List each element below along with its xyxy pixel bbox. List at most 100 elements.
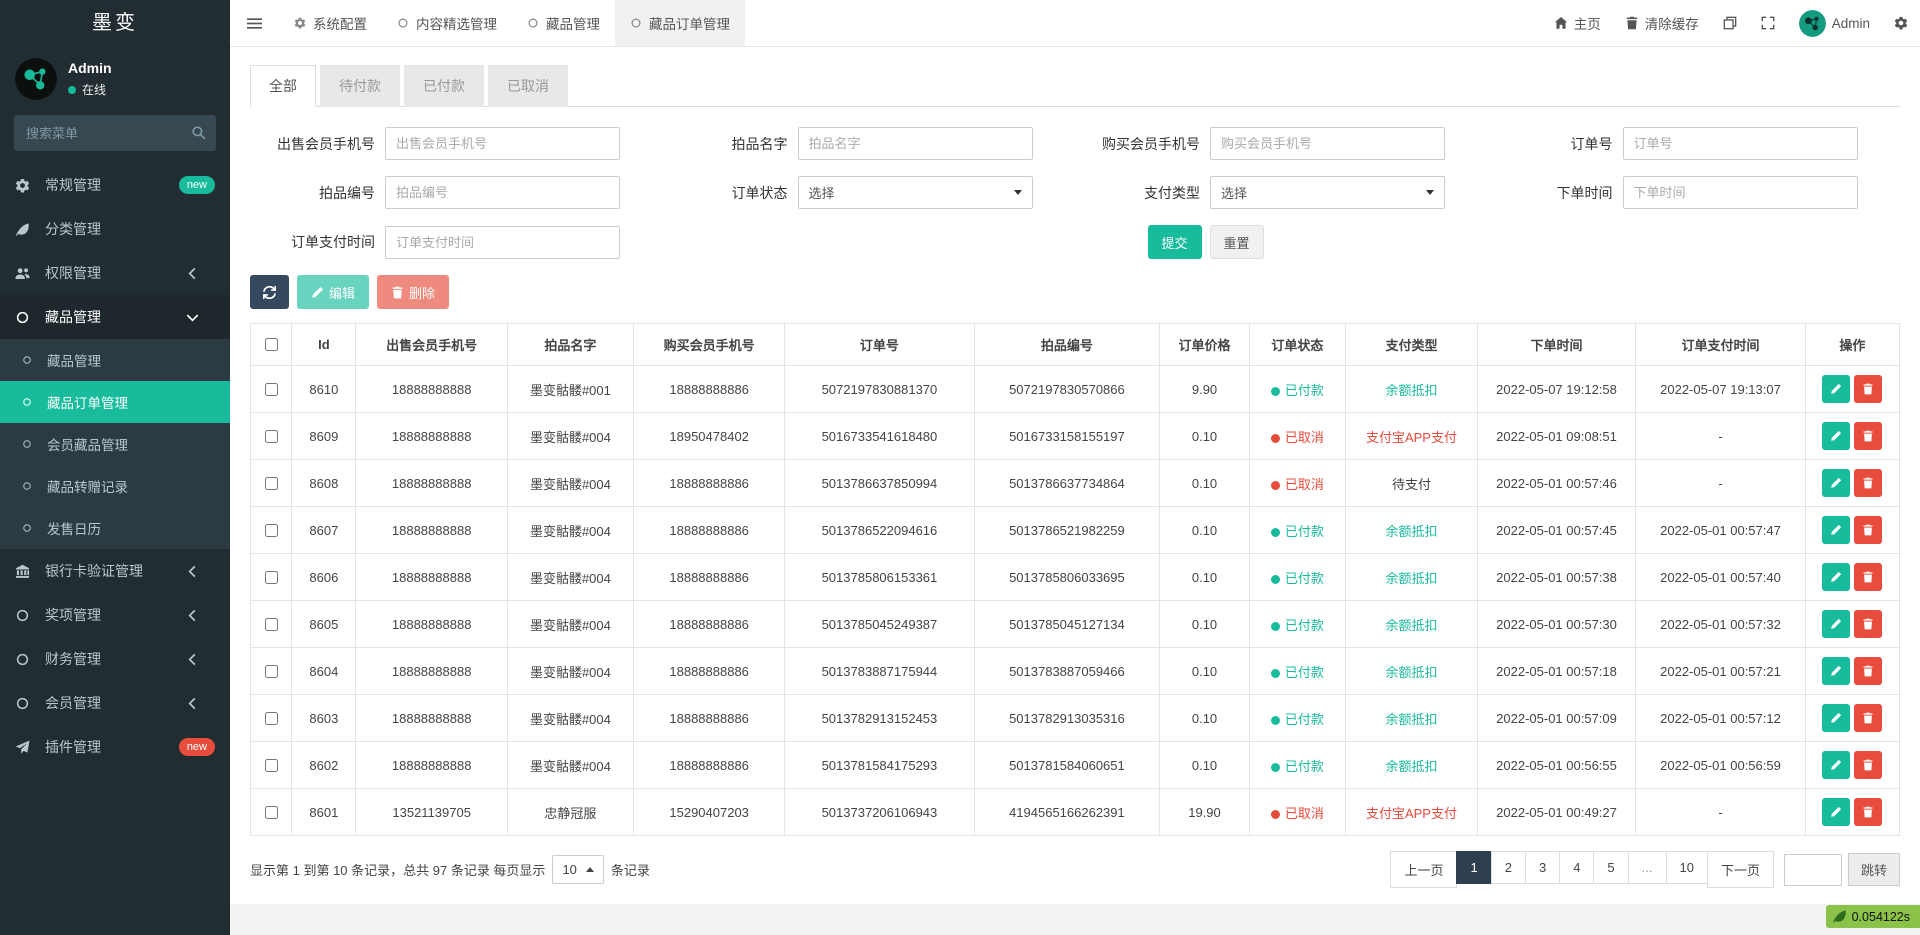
row-edit-button[interactable] [1822, 798, 1850, 826]
row-checkbox[interactable] [265, 806, 278, 819]
column-header[interactable]: 订单支付时间 [1636, 324, 1806, 366]
menu-search-input[interactable] [14, 115, 216, 151]
column-header[interactable]: Id [292, 324, 356, 366]
column-header[interactable]: 拍品编号 [974, 324, 1160, 366]
column-header[interactable]: 下单时间 [1477, 324, 1635, 366]
status-tab[interactable]: 待付款 [320, 65, 400, 107]
prev-page-button[interactable]: 上一页 [1390, 851, 1457, 888]
page-number-button[interactable]: 4 [1559, 851, 1594, 884]
column-header[interactable]: 订单号 [785, 324, 974, 366]
pay-type-link[interactable]: 余额抵扣 [1385, 665, 1437, 680]
pay-type-link[interactable]: 余额抵扣 [1385, 383, 1437, 398]
column-header[interactable]: 操作 [1805, 324, 1899, 366]
row-delete-button[interactable] [1854, 516, 1882, 544]
settings-button[interactable] [1882, 0, 1920, 46]
select-all-checkbox[interactable] [265, 338, 278, 351]
page-jump-button[interactable]: 跳转 [1848, 853, 1900, 886]
sidebar-subitem[interactable]: 发售日历 [0, 507, 230, 549]
next-page-button[interactable]: 下一页 [1707, 851, 1774, 888]
delete-button[interactable]: 删除 [377, 275, 449, 309]
sidebar-item[interactable]: 分类管理 [0, 207, 230, 251]
filter-input[interactable] [1623, 176, 1858, 209]
sidebar-item[interactable]: 奖项管理 [0, 593, 230, 637]
page-number-button[interactable]: 3 [1525, 851, 1560, 884]
row-checkbox[interactable] [265, 665, 278, 678]
column-header[interactable]: 支付类型 [1346, 324, 1478, 366]
sidebar-item[interactable]: 会员管理 [0, 681, 230, 725]
pay-type-link[interactable]: 待支付 [1392, 477, 1431, 492]
pay-type-link[interactable]: 支付宝APP支付 [1366, 430, 1457, 445]
row-delete-button[interactable] [1854, 798, 1882, 826]
filter-input[interactable] [385, 127, 620, 160]
fullscreen-button[interactable] [1749, 0, 1787, 46]
row-delete-button[interactable] [1854, 751, 1882, 779]
topbar-tab[interactable]: 藏品管理 [512, 0, 615, 46]
topbar-tab[interactable]: 系统配置 [279, 0, 382, 46]
row-edit-button[interactable] [1822, 563, 1850, 591]
pay-type-link[interactable]: 支付宝APP支付 [1366, 806, 1457, 821]
sidebar-subitem[interactable]: 藏品订单管理 [0, 381, 230, 423]
row-checkbox[interactable] [265, 383, 278, 396]
clear-cache-button[interactable]: 清除缓存 [1613, 0, 1711, 46]
row-checkbox[interactable] [265, 618, 278, 631]
topbar-tab[interactable]: 内容精选管理 [382, 0, 512, 46]
page-number-button[interactable]: 2 [1491, 851, 1526, 884]
row-delete-button[interactable] [1854, 657, 1882, 685]
row-checkbox[interactable] [265, 571, 278, 584]
row-delete-button[interactable] [1854, 375, 1882, 403]
sidebar-item[interactable]: 银行卡验证管理 [0, 549, 230, 593]
filter-select[interactable]: 选择 [1210, 176, 1445, 209]
sidebar-item[interactable]: 常规管理new [0, 163, 230, 207]
filter-input[interactable] [798, 127, 1033, 160]
column-header[interactable]: 出售会员手机号 [356, 324, 507, 366]
row-edit-button[interactable] [1822, 469, 1850, 497]
home-button[interactable]: 主页 [1542, 0, 1613, 46]
search-icon[interactable] [191, 125, 206, 140]
row-edit-button[interactable] [1822, 704, 1850, 732]
pay-type-link[interactable]: 余额抵扣 [1385, 524, 1437, 539]
row-delete-button[interactable] [1854, 704, 1882, 732]
page-number-button[interactable]: 5 [1593, 851, 1628, 884]
pay-type-link[interactable]: 余额抵扣 [1385, 571, 1437, 586]
filter-select[interactable]: 选择 [798, 176, 1033, 209]
submit-button[interactable]: 提交 [1148, 225, 1202, 259]
reset-button[interactable]: 重置 [1210, 225, 1264, 259]
sidebar-item[interactable]: 权限管理 [0, 251, 230, 295]
sidebar-subitem[interactable]: 藏品管理 [0, 339, 230, 381]
page-size-select[interactable]: 10 [552, 855, 603, 884]
status-tab[interactable]: 已取消 [488, 65, 568, 107]
refresh-button[interactable] [250, 275, 289, 309]
page-number-button[interactable]: 10 [1666, 851, 1708, 884]
row-checkbox[interactable] [265, 759, 278, 772]
filter-input[interactable] [385, 176, 620, 209]
row-checkbox[interactable] [265, 477, 278, 490]
row-edit-button[interactable] [1822, 375, 1850, 403]
sidebar-toggle-button[interactable] [230, 0, 279, 46]
pay-type-link[interactable]: 余额抵扣 [1385, 618, 1437, 633]
row-delete-button[interactable] [1854, 422, 1882, 450]
row-checkbox[interactable] [265, 524, 278, 537]
window-button[interactable] [1711, 0, 1749, 46]
sidebar-item[interactable]: 插件管理new [0, 725, 230, 769]
row-edit-button[interactable] [1822, 751, 1850, 779]
sidebar-item[interactable]: 藏品管理 [0, 295, 230, 339]
row-checkbox[interactable] [265, 712, 278, 725]
row-edit-button[interactable] [1822, 657, 1850, 685]
status-tab[interactable]: 全部 [250, 65, 316, 107]
filter-input[interactable] [1623, 127, 1858, 160]
pay-type-link[interactable]: 余额抵扣 [1385, 712, 1437, 727]
sidebar-subitem[interactable]: 藏品转赠记录 [0, 465, 230, 507]
row-checkbox[interactable] [265, 430, 278, 443]
page-number-button[interactable]: 1 [1456, 851, 1491, 884]
filter-input[interactable] [1210, 127, 1445, 160]
sidebar-item[interactable]: 财务管理 [0, 637, 230, 681]
filter-input[interactable] [385, 226, 620, 259]
column-header[interactable]: 购买会员手机号 [633, 324, 784, 366]
row-edit-button[interactable] [1822, 422, 1850, 450]
column-header[interactable]: 订单价格 [1160, 324, 1249, 366]
row-delete-button[interactable] [1854, 469, 1882, 497]
column-header[interactable]: 拍品名字 [507, 324, 633, 366]
topbar-tab[interactable]: 藏品订单管理 [615, 0, 745, 46]
page-jump-input[interactable] [1784, 854, 1842, 886]
status-tab[interactable]: 已付款 [404, 65, 484, 107]
